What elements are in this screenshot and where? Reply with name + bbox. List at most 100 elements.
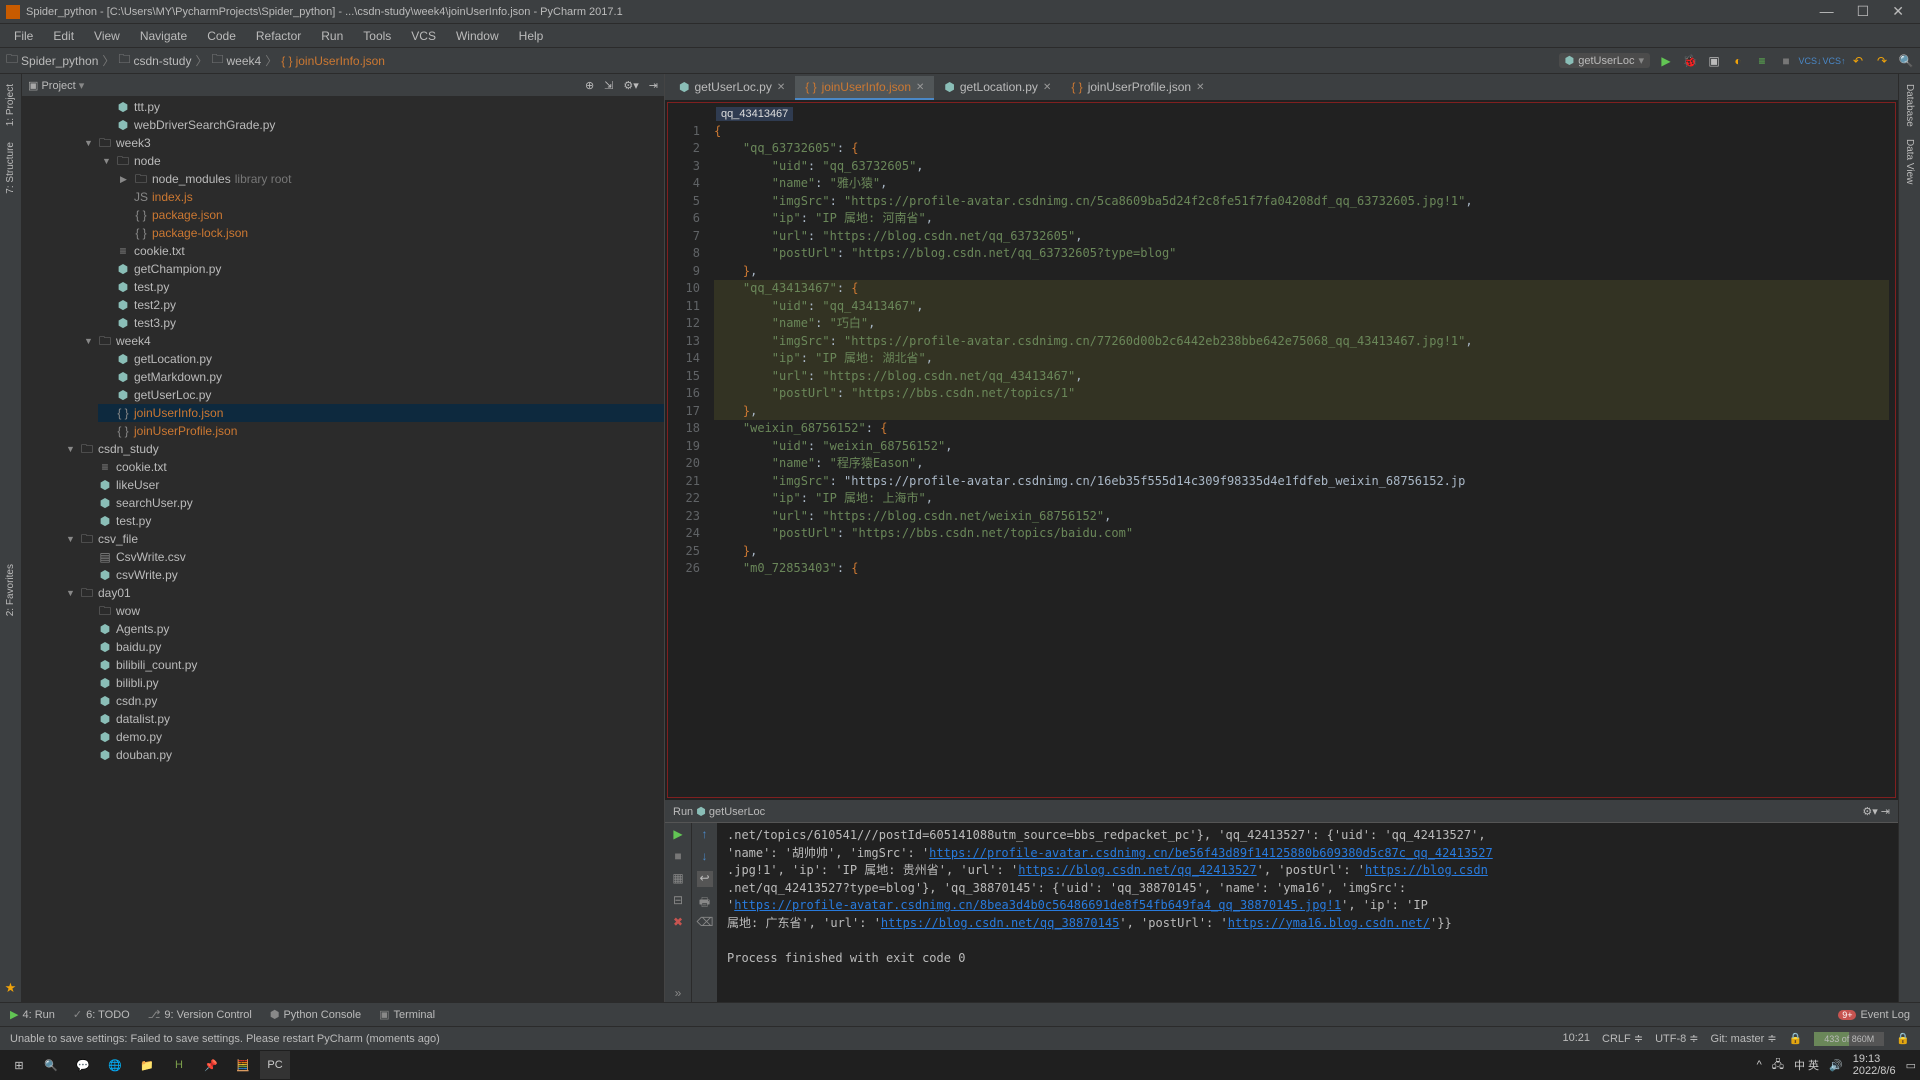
breadcrumb-item[interactable]: 🗀Spider_python (6, 50, 98, 71)
tree-item[interactable]: ⬢baidu.py (80, 638, 664, 656)
start-button[interactable]: ⊞ (4, 1051, 34, 1079)
tree-item[interactable]: ⬢csdn.py (80, 692, 664, 710)
tray-ime[interactable]: 中 英 (1794, 1057, 1819, 1073)
tree-item[interactable]: ⬢test2.py (98, 296, 664, 314)
menu-help[interactable]: Help (511, 27, 552, 45)
tree-item[interactable]: ⬢likeUser (80, 476, 664, 494)
search-icon[interactable]: 🔍 (1898, 53, 1914, 69)
structure-tool-tab[interactable]: 7: Structure (4, 136, 17, 200)
explorer-task-icon[interactable]: 📁 (132, 1051, 162, 1079)
debug-icon[interactable]: 🐞 (1682, 53, 1698, 69)
tree-item[interactable]: ⬢test.py (98, 278, 664, 296)
search-task-icon[interactable]: 🔍 (36, 1051, 66, 1079)
run-config-selector[interactable]: ⬢getUserLoc▾ (1559, 53, 1650, 68)
down-icon[interactable]: ↓ (697, 849, 713, 865)
tree-item[interactable]: ⬢getChampion.py (98, 260, 664, 278)
calc-task-icon[interactable]: 🧮 (228, 1051, 258, 1079)
code-content[interactable]: { "qq_63732605": { "uid": "qq_63732605",… (708, 103, 1895, 797)
clear-icon[interactable]: ⌫ (697, 915, 713, 931)
breadcrumb-tag[interactable]: qq_43413467 (716, 107, 793, 121)
forward-icon[interactable]: ↷ (1874, 53, 1890, 69)
scroll-from-icon[interactable]: ⊕ (585, 79, 594, 92)
project-tree[interactable]: ⬢ttt.py⬢webDriverSearchGrade.py▼🗀week3 ▼🗀… (22, 96, 664, 1002)
tree-item[interactable]: ⬢searchUser.py (80, 494, 664, 512)
menu-code[interactable]: Code (199, 27, 244, 45)
maximize-button[interactable]: ☐ (1847, 3, 1880, 19)
tree-item[interactable]: ⬢douban.py (80, 746, 664, 764)
tree-item[interactable]: { }joinUserInfo.json (98, 404, 664, 422)
menu-vcs[interactable]: VCS (403, 27, 444, 45)
database-tool-tab[interactable]: Database (1903, 78, 1916, 133)
tree-item[interactable]: ⬢getLocation.py (98, 350, 664, 368)
tree-item[interactable]: ⬢Agents.py (80, 620, 664, 638)
menu-window[interactable]: Window (448, 27, 507, 45)
tray-clock[interactable]: 19:132022/8/6 (1853, 1053, 1896, 1077)
bottom-tool[interactable]: ▣ Terminal (379, 1008, 435, 1021)
tree-item[interactable]: ▤CsvWrite.csv (80, 548, 664, 566)
caret-pos[interactable]: 10:21 (1563, 1032, 1591, 1046)
bottom-tool[interactable]: ✓ 6: TODO (73, 1008, 130, 1021)
tree-item[interactable]: ⬢getMarkdown.py (98, 368, 664, 386)
tree-item[interactable]: 🗀wow (80, 602, 664, 620)
bottom-tool[interactable]: ⎇ 9: Version Control (148, 1008, 252, 1021)
tree-item[interactable]: ▼🗀week4 (80, 332, 664, 350)
coverage-icon[interactable]: ▣ (1706, 53, 1722, 69)
console-output[interactable]: .net/topics/610541///postId=605141088utm… (717, 823, 1898, 1002)
menu-edit[interactable]: Edit (45, 27, 82, 45)
encoding[interactable]: UTF-8 ≑ (1655, 1032, 1698, 1046)
pycharm-task-icon[interactable]: PC (260, 1051, 290, 1079)
profile-icon[interactable]: ◐ (1730, 53, 1746, 69)
menu-refactor[interactable]: Refactor (248, 27, 309, 45)
run-icon[interactable]: ▶ (1658, 53, 1674, 69)
tree-item[interactable]: ⬢webDriverSearchGrade.py (98, 116, 664, 134)
tree-item[interactable]: { }joinUserProfile.json (98, 422, 664, 440)
breadcrumb-item[interactable]: 🗀week4 (211, 50, 261, 71)
rerun-icon[interactable]: ▶ (670, 827, 686, 843)
tree-item[interactable]: ▼🗀csv_file (62, 530, 664, 548)
menu-run[interactable]: Run (313, 27, 351, 45)
menu-navigate[interactable]: Navigate (132, 27, 195, 45)
editor-tab[interactable]: ⬢getLocation.py✕ (934, 76, 1061, 100)
settings-icon[interactable]: ⚙▾ (623, 79, 638, 92)
close-button[interactable]: ✕ (1882, 3, 1914, 19)
back-icon[interactable]: ↶ (1850, 53, 1866, 69)
layout-setting-icon[interactable]: ▦ (670, 871, 686, 887)
breadcrumb[interactable]: 🗀Spider_python〉🗀csdn-study〉🗀week4〉{ }joi… (6, 50, 385, 71)
tree-item[interactable]: ▼🗀day01 (62, 584, 664, 602)
stop-run-icon[interactable]: ■ (670, 849, 686, 865)
tree-item[interactable]: ⬢datalist.py (80, 710, 664, 728)
code-editor[interactable]: qq_43413467 1234567891011121314151617181… (667, 102, 1896, 798)
tree-item[interactable]: ⬢bilibli.py (80, 674, 664, 692)
tree-item[interactable]: ≡cookie.txt (98, 242, 664, 260)
tray-notif[interactable]: ▭ (1906, 1059, 1916, 1072)
menubar[interactable]: FileEditViewNavigateCodeRefactorRunTools… (0, 24, 1920, 48)
app-task-icon[interactable]: H (164, 1051, 194, 1079)
tree-item[interactable]: ▶🗀node_modules library root (116, 170, 664, 188)
stop-icon[interactable]: ■ (1778, 53, 1794, 69)
favorites-tool-tab[interactable]: 2: Favorites (4, 558, 17, 622)
tree-item[interactable]: ⬢csvWrite.py (80, 566, 664, 584)
menu-tools[interactable]: Tools (355, 27, 399, 45)
tree-item[interactable]: ▼🗀week3 (80, 134, 664, 152)
tree-item[interactable]: ⬢test.py (80, 512, 664, 530)
editor-tab[interactable]: ⬢getUserLoc.py✕ (669, 76, 795, 100)
print-icon[interactable]: 🖶 (697, 893, 713, 909)
editor-tab[interactable]: { }joinUserInfo.json✕ (795, 76, 934, 100)
tree-item[interactable]: ⬢ttt.py (98, 98, 664, 116)
tree-item[interactable]: ▼🗀csdn_study (62, 440, 664, 458)
git-branch[interactable]: Git: master ≑ (1711, 1032, 1777, 1046)
chrome-task-icon[interactable]: 🌐 (100, 1051, 130, 1079)
collapse-icon[interactable]: ⇲ (604, 79, 613, 92)
tree-item[interactable]: ⬢demo.py (80, 728, 664, 746)
favorites-icon[interactable]: ★ (5, 980, 17, 996)
project-tool-tab[interactable]: 1: Project (4, 78, 17, 132)
hide-icon[interactable]: ⇥ (649, 79, 658, 92)
pin-icon[interactable]: ⊟ (670, 893, 686, 909)
run-settings-icon[interactable]: ⚙▾ ⇥ (1862, 805, 1890, 818)
bottom-tool[interactable]: ⬢ Python Console (270, 1008, 361, 1021)
concurrency-icon[interactable]: ≡ (1754, 53, 1770, 69)
up-icon[interactable]: ↑ (697, 827, 713, 843)
breadcrumb-item[interactable]: 🗀csdn-study (118, 50, 191, 71)
more-icon[interactable]: » (670, 986, 686, 1002)
wechat-task-icon[interactable]: 💬 (68, 1051, 98, 1079)
